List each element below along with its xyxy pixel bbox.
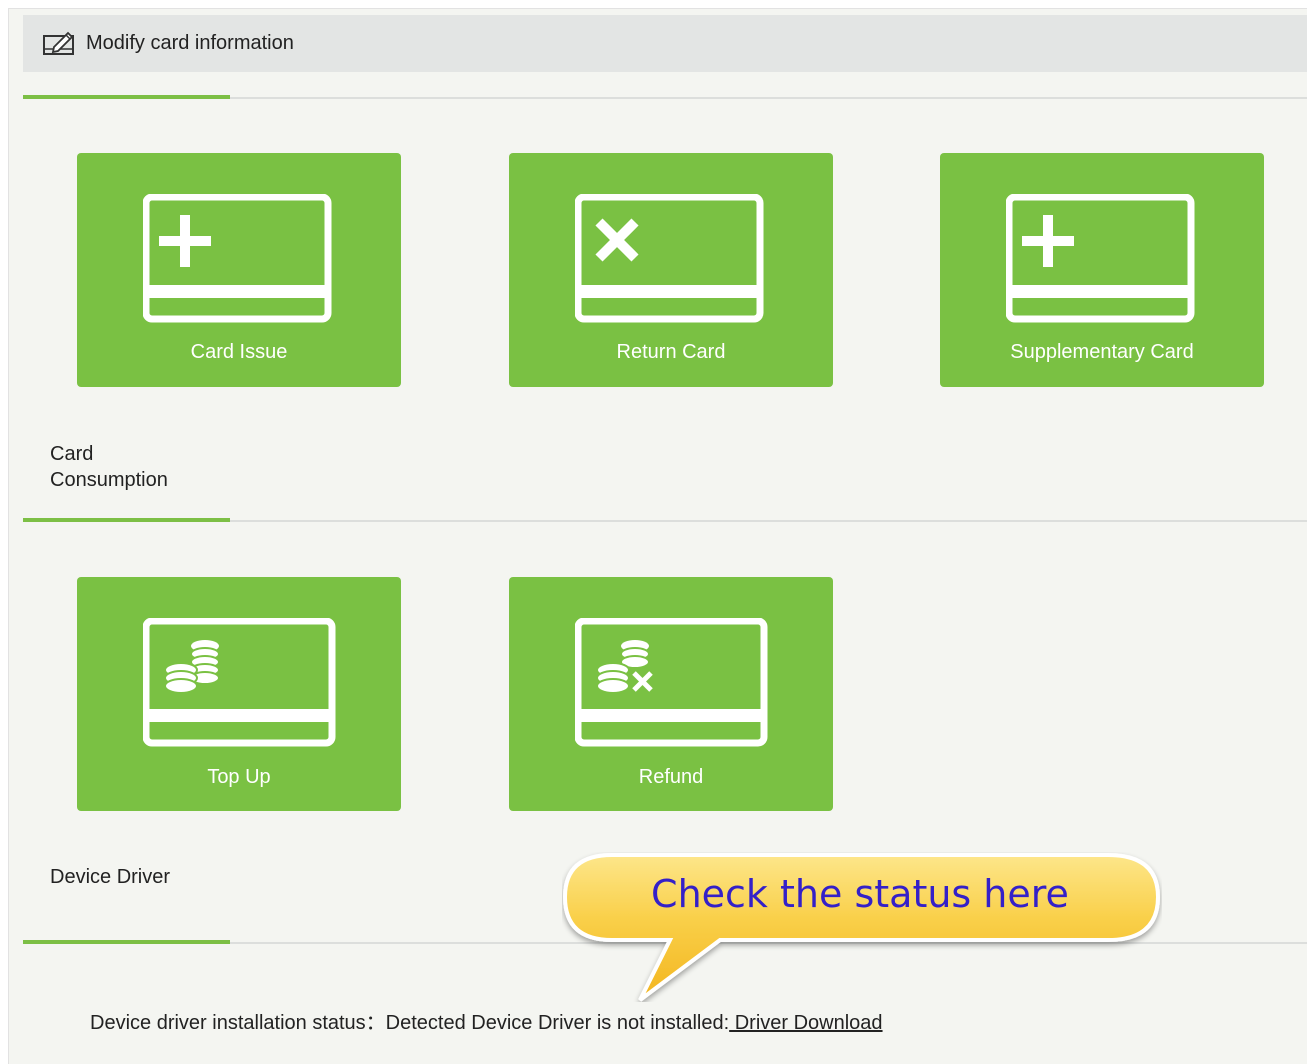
top-up-label: Top Up [207, 766, 271, 788]
card-issue-button[interactable]: Card Issue [77, 153, 401, 387]
return-card-button[interactable]: Return Card [509, 153, 833, 387]
page-header: Modify card information [23, 15, 1307, 72]
edit-card-icon [42, 31, 76, 57]
section-divider-accent [23, 940, 230, 944]
coins-x-icon [575, 618, 768, 747]
coins-icon [143, 618, 336, 747]
card-x-icon [575, 194, 764, 323]
card-plus-icon [1006, 194, 1195, 323]
driver-status-line: Device driver installation status：Detect… [90, 1006, 883, 1035]
card-plus-icon [143, 194, 332, 323]
section-divider [23, 95, 1307, 99]
card-issue-label: Card Issue [190, 341, 288, 363]
page: Modify card information Card Issue Retur… [0, 0, 1307, 1064]
card-consumption-heading-line2: Consumption [50, 469, 168, 491]
return-card-label: Return Card [616, 341, 726, 363]
supplementary-card-label: Supplementary Card [1010, 341, 1194, 363]
supplementary-card-button[interactable]: Supplementary Card [940, 153, 1264, 387]
card-consumption-heading-line1: Card [50, 443, 94, 465]
top-up-button[interactable]: Top Up [77, 577, 401, 811]
device-driver-heading: Device Driver [50, 866, 171, 888]
section-divider-accent [23, 95, 230, 99]
driver-status-text: Device driver installation status：Detect… [90, 1012, 730, 1034]
card-consumption-heading: Card Consumption [50, 441, 168, 493]
driver-download-link[interactable]: Driver Download [729, 1012, 883, 1034]
page-title: Modify card information [86, 32, 294, 54]
refund-button[interactable]: Refund [509, 577, 833, 811]
section-divider [23, 518, 1307, 522]
status-callout: Check the status here [562, 852, 1162, 1002]
callout-text: Check the status here [651, 872, 1069, 916]
section-divider-accent [23, 518, 230, 522]
refund-label: Refund [638, 766, 704, 788]
